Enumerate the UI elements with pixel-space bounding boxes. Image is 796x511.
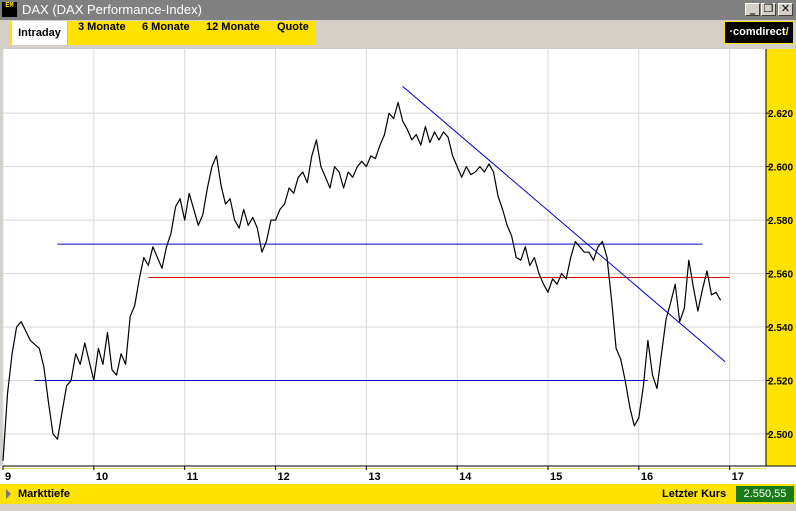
minimize-button[interactable]: _ xyxy=(745,3,760,16)
tab-intraday[interactable]: Intraday xyxy=(10,21,68,45)
logo-text: ·comdirect xyxy=(729,26,786,38)
x-tick-label: 17 xyxy=(732,471,744,483)
app-icon: EM xyxy=(2,2,17,17)
restore-button[interactable]: ❐ xyxy=(761,3,776,16)
markttiefe-toggle[interactable]: Markttiefe xyxy=(18,486,70,502)
close-button[interactable]: ✕ xyxy=(778,3,793,16)
tab-6-monate[interactable]: 6 Monate xyxy=(142,21,190,45)
tab-3-monate[interactable]: 3 Monate xyxy=(78,21,126,45)
chart-plot-background xyxy=(3,49,766,466)
x-tick-label: 16 xyxy=(641,471,653,483)
last-price-label: Letzter Kurs xyxy=(662,488,727,500)
y-tick-label: 2.520 xyxy=(768,376,793,387)
logo-slash: / xyxy=(785,26,789,38)
window-title: DAX (DAX Performance-Index) xyxy=(22,2,202,17)
y-tick-label: 2.580 xyxy=(768,216,793,227)
title-bar: EM DAX (DAX Performance-Index) _ ❐ ✕ xyxy=(0,0,796,20)
x-tick-label: 13 xyxy=(368,471,380,483)
window-footer xyxy=(0,504,796,511)
y-tick-label: 2.560 xyxy=(768,270,793,281)
expand-arrow-icon[interactable] xyxy=(6,489,11,499)
intraday-chart: 2.500 2.520 2.540 2.560 2.580 2.600 2.620 9 10 1… xyxy=(0,49,796,484)
y-tick-label: 2.500 xyxy=(768,430,793,441)
y-tick-label: 2.600 xyxy=(768,163,793,174)
tab-quote[interactable]: Quote xyxy=(277,21,309,45)
comdirect-logo: ·comdirect/ xyxy=(724,21,794,44)
x-tick-label: 14 xyxy=(459,471,472,483)
x-tick-label: 10 xyxy=(96,471,108,483)
tab-bar: Intraday 3 Monate 6 Monate 12 Monate Quo… xyxy=(0,20,796,46)
tab-12-monate[interactable]: 12 Monate xyxy=(206,21,260,45)
x-tick-label: 11 xyxy=(187,471,199,483)
period-tab-group: 3 Monate 6 Monate 12 Monate Quote xyxy=(68,21,315,45)
bottom-bar: Markttiefe Letzter Kurs 2.550,55 xyxy=(0,484,796,504)
y-tick-label: 2.540 xyxy=(768,323,793,334)
x-tick-label: 12 xyxy=(278,471,290,483)
y-tick-label: 2.620 xyxy=(768,109,793,120)
x-tick-label: 9 xyxy=(5,471,11,483)
last-price-value: 2.550,55 xyxy=(736,486,794,502)
x-tick-label: 15 xyxy=(550,471,562,483)
